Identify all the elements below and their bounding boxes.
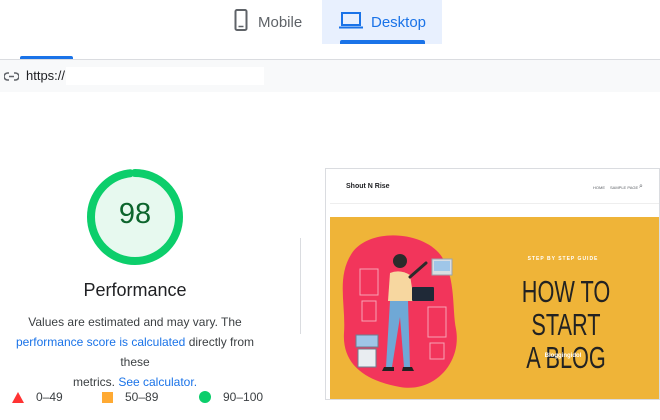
section-divider	[300, 238, 301, 334]
description-line-3: metrics. See calculator.	[0, 372, 270, 392]
legend-pass-label: 90–100	[223, 390, 264, 404]
description-line-2: performance score is calculated directly…	[0, 332, 270, 372]
circle-icon	[199, 391, 211, 403]
preview-byline: Bloggingidol	[544, 353, 582, 359]
tab-desktop[interactable]: Desktop	[322, 0, 442, 44]
url-text[interactable]: https://	[26, 68, 65, 83]
url-redaction	[66, 67, 264, 85]
legend-fail: 0–49	[12, 390, 63, 404]
preview-nav-sample: SAMPLE PAGE	[610, 185, 639, 190]
performance-score-link[interactable]: performance score is calculated	[16, 335, 185, 349]
tab-desktop-label: Desktop	[371, 13, 427, 31]
square-icon	[102, 391, 113, 403]
preview-headline-line1: HOW TO START	[521, 274, 611, 342]
legend-fail-label: 0–49	[36, 390, 63, 404]
preview-headline: HOW TO START A BLOG	[517, 275, 615, 374]
score-description: Values are estimated and may vary. The p…	[0, 312, 270, 392]
preview-kicker: STEP BY STEP GUIDE	[527, 256, 599, 262]
description-line-1: Values are estimated and may vary. The	[28, 315, 242, 329]
legend-pass: 90–100	[199, 390, 263, 404]
score-title: Performance	[83, 280, 187, 300]
active-tab-indicator	[340, 40, 425, 44]
link-icon	[3, 69, 20, 87]
see-calculator-link[interactable]: See calculator.	[118, 375, 197, 389]
preview-divider	[330, 203, 659, 204]
device-tabs: Mobile Desktop	[0, 0, 660, 44]
laptop-icon	[339, 11, 363, 34]
search-icon: ⌕	[639, 183, 643, 190]
legend-average-label: 50–89	[125, 390, 159, 404]
tab-mobile[interactable]: Mobile	[220, 0, 320, 44]
preview-nav-home: HOME	[593, 185, 605, 190]
page-screenshot: Shout N Rise HOME SAMPLE PAGE ⌕ STEP BY …	[325, 168, 660, 400]
score-value: 98	[118, 198, 152, 230]
legend-average: 50–89	[102, 390, 158, 404]
phone-icon	[234, 8, 248, 36]
tab-mobile-label: Mobile	[258, 13, 303, 31]
triangle-icon	[12, 391, 24, 403]
preview-nav: HOME SAMPLE PAGE	[593, 185, 638, 190]
preview-site-name: Shout N Rise	[346, 183, 390, 190]
description-prefix: metrics.	[72, 375, 119, 389]
url-bar: https://	[0, 60, 660, 92]
preview-hero: STEP BY STEP GUIDE HOW TO START A BLOG B…	[330, 217, 659, 399]
